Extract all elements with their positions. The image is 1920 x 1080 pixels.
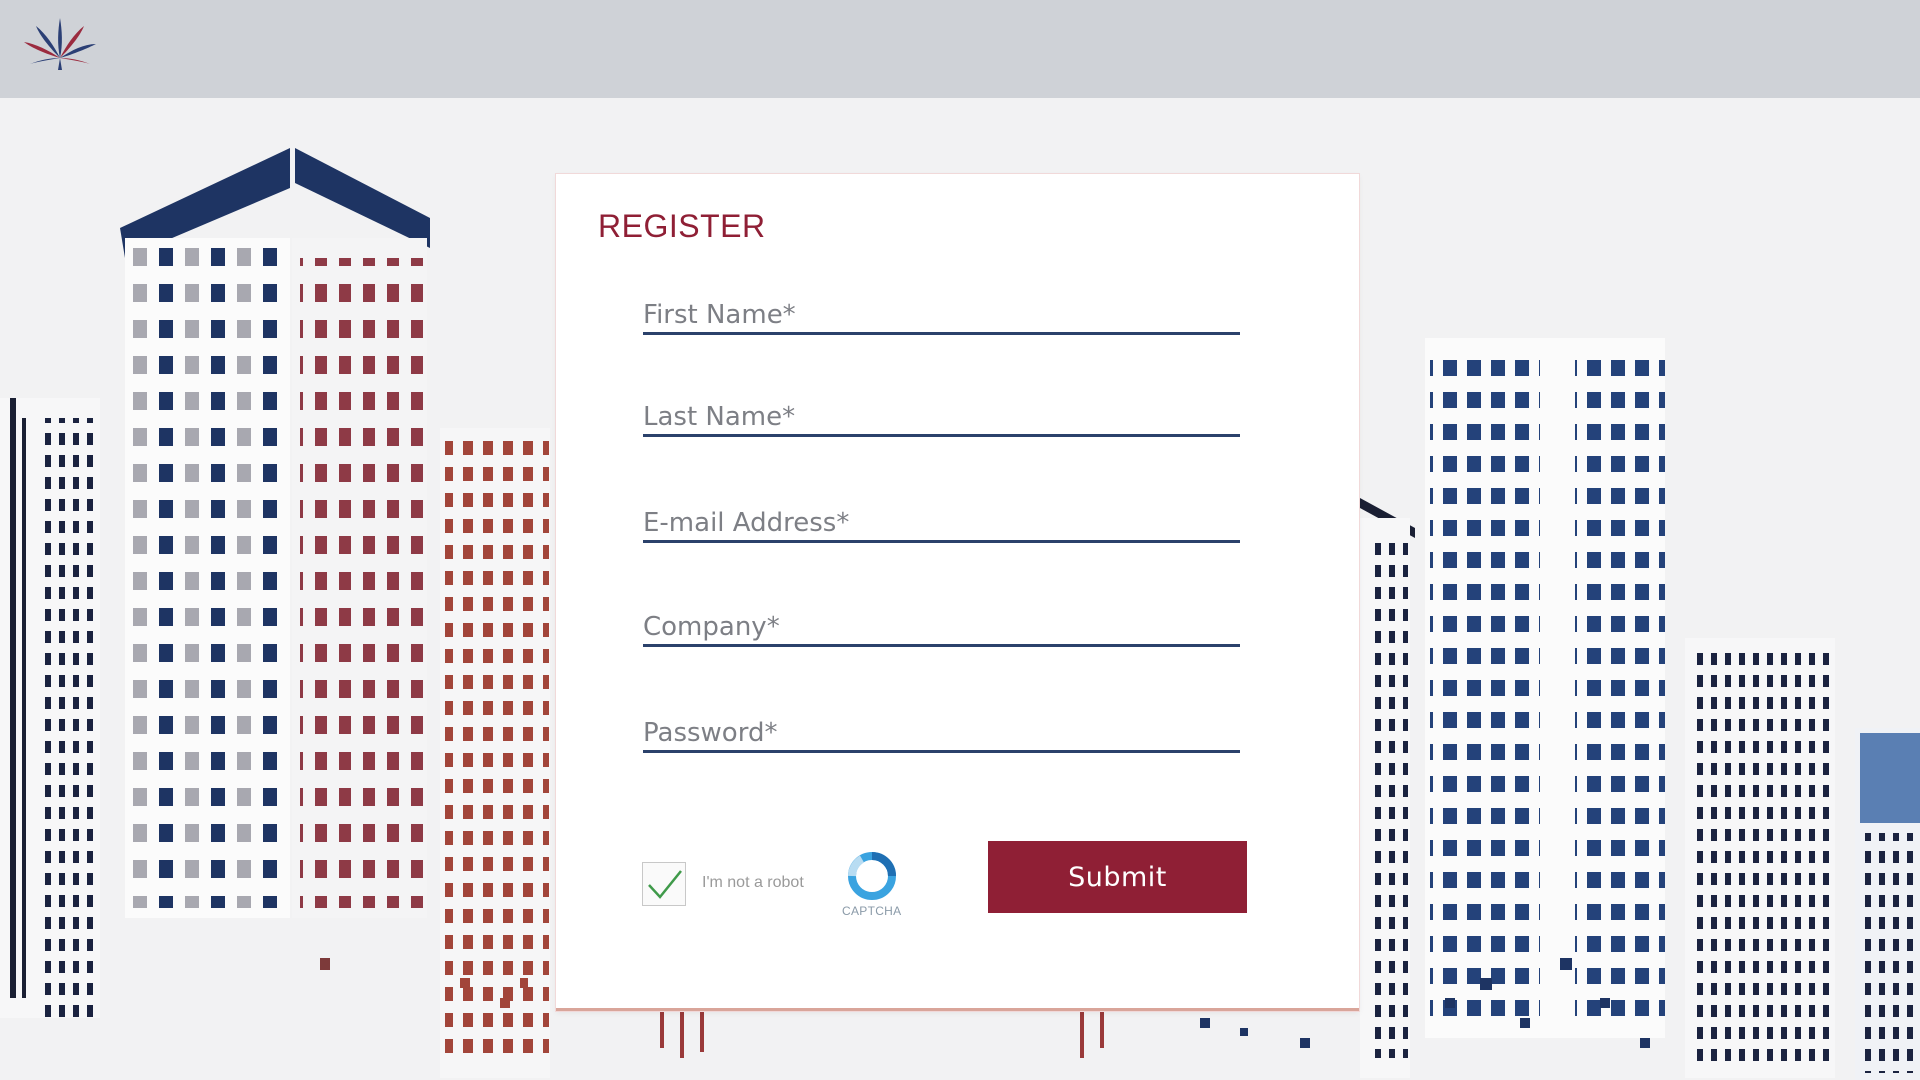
checkmark-icon	[648, 870, 682, 899]
last-name-field[interactable]	[643, 386, 1240, 437]
email-input[interactable]	[643, 508, 1240, 538]
password-field[interactable]	[643, 702, 1240, 753]
first-name-field[interactable]	[643, 284, 1240, 335]
captcha-checkbox[interactable]	[642, 862, 686, 906]
last-name-input[interactable]	[643, 402, 1240, 432]
header-bar	[0, 0, 1920, 98]
captcha-refresh-icon	[848, 852, 896, 900]
register-card: REGISTER I'm not a robot CAPTCHA Submit	[556, 174, 1359, 1011]
captcha-brand: CAPTCHA	[842, 904, 902, 918]
first-name-input[interactable]	[643, 300, 1240, 330]
submit-button[interactable]: Submit	[988, 841, 1247, 913]
password-input[interactable]	[643, 718, 1240, 748]
page-title: REGISTER	[598, 208, 766, 244]
captcha-label: I'm not a robot	[702, 874, 804, 891]
company-field[interactable]	[643, 596, 1240, 647]
company-input[interactable]	[643, 612, 1240, 642]
email-field[interactable]	[643, 492, 1240, 543]
leaf-logo-icon[interactable]	[22, 14, 98, 74]
